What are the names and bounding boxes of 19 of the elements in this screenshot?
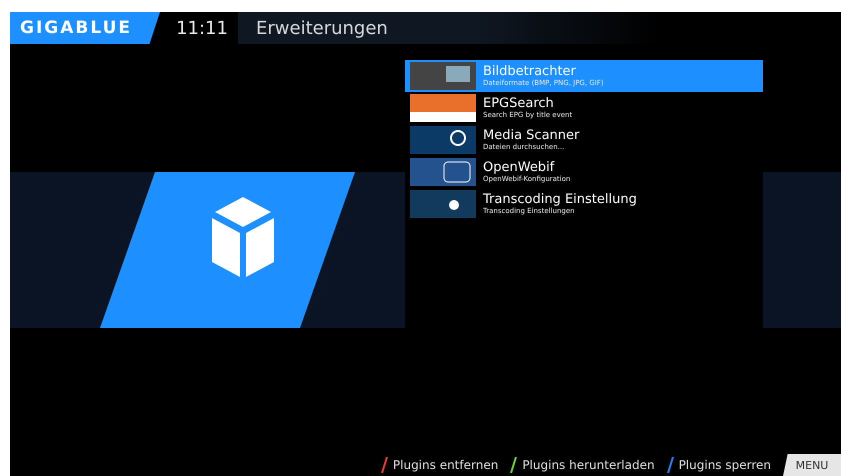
clock-time: 11:11 <box>175 18 229 38</box>
color-key-button[interactable]: Plugins herunterladen <box>510 457 655 473</box>
plugin-name: Transcoding Einstellung <box>483 193 637 206</box>
plugin-thumbnail <box>410 126 476 154</box>
button-label: Plugins entfernen <box>392 458 498 472</box>
plugin-name: Bildbetrachter <box>483 65 577 78</box>
button-label: Plugins sperren <box>678 458 771 472</box>
plugin-name: Media Scanner <box>483 129 580 142</box>
plugin-thumbnail <box>410 94 476 122</box>
plugin-name: OpenWebif <box>483 161 556 174</box>
button-label: Plugins herunterladen <box>522 458 655 472</box>
plugin-thumbnail <box>410 62 476 90</box>
color-key-button[interactable]: Plugins entfernen <box>380 457 498 473</box>
plugin-thumbnail <box>410 158 476 186</box>
brand-logo: GIGABLUE <box>10 12 160 44</box>
plugin-name: EPGSearch <box>483 97 555 110</box>
menu-key-button[interactable]: MENU <box>783 454 841 476</box>
color-key-button[interactable]: Plugins sperren <box>666 457 771 473</box>
plugin-thumbnail <box>410 190 476 218</box>
